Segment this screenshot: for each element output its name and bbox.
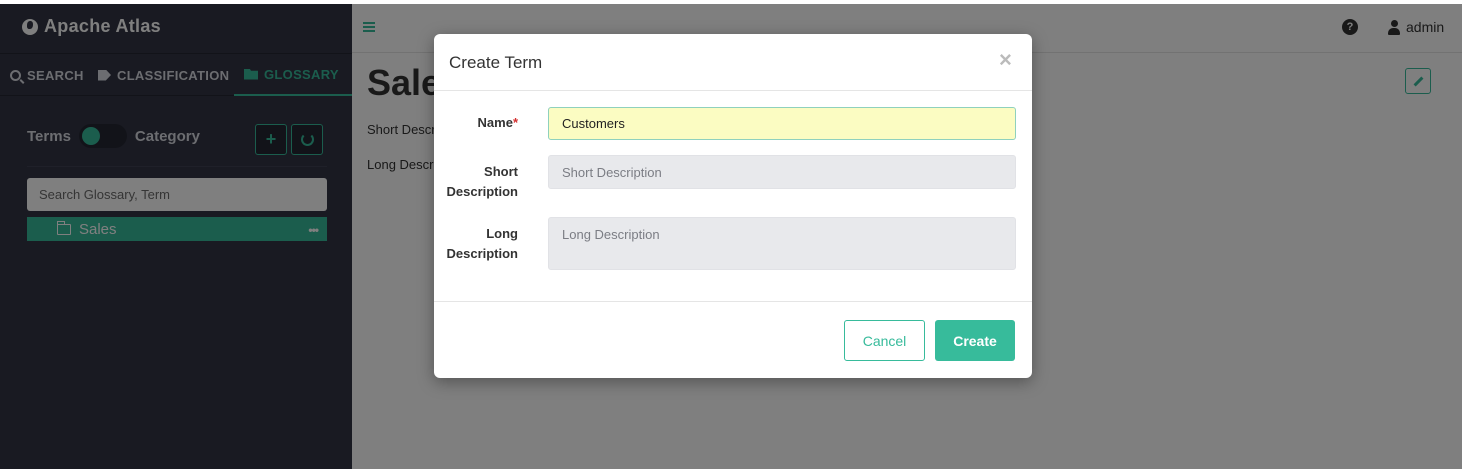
top-edge (0, 0, 1462, 4)
long-description-input[interactable] (548, 217, 1016, 270)
create-button[interactable]: Create (935, 320, 1015, 361)
cancel-button[interactable]: Cancel (844, 320, 925, 361)
modal-header: Create Term × (434, 34, 1032, 91)
name-label: Name* (434, 113, 518, 133)
short-description-input[interactable] (548, 155, 1016, 189)
app-root: Apache Atlas SEARCH CLASSIFICATION GLOSS… (0, 0, 1462, 469)
close-icon[interactable]: × (999, 49, 1012, 71)
create-term-modal: Create Term × Name* Short Description Lo… (434, 34, 1032, 378)
long-description-field-label: Long Description (446, 226, 518, 261)
required-mark: * (512, 115, 518, 130)
modal-title: Create Term (449, 53, 543, 72)
modal-footer-divider (434, 301, 1032, 302)
name-input[interactable] (548, 107, 1016, 140)
name-label-text: Name (477, 115, 513, 130)
short-description-field-label: Short Description (446, 164, 518, 199)
